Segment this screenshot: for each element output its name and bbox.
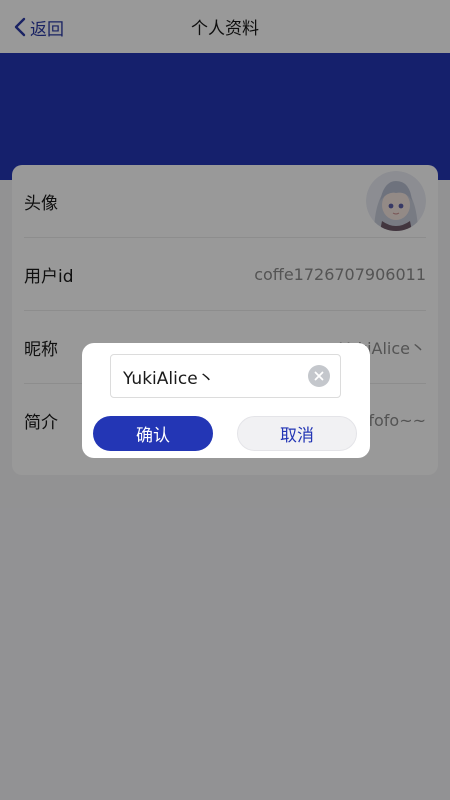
profile-page: 返回 个人资料 头像 用户id coffe1726707906011 昵称 Yu… — [0, 0, 450, 800]
confirm-button[interactable]: 确认 — [93, 416, 213, 451]
nickname-input[interactable] — [123, 366, 308, 386]
cancel-button[interactable]: 取消 — [237, 416, 357, 451]
nickname-input-wrapper — [110, 354, 341, 398]
edit-dialog: 确认 取消 — [82, 343, 370, 458]
clear-icon[interactable] — [308, 365, 330, 387]
